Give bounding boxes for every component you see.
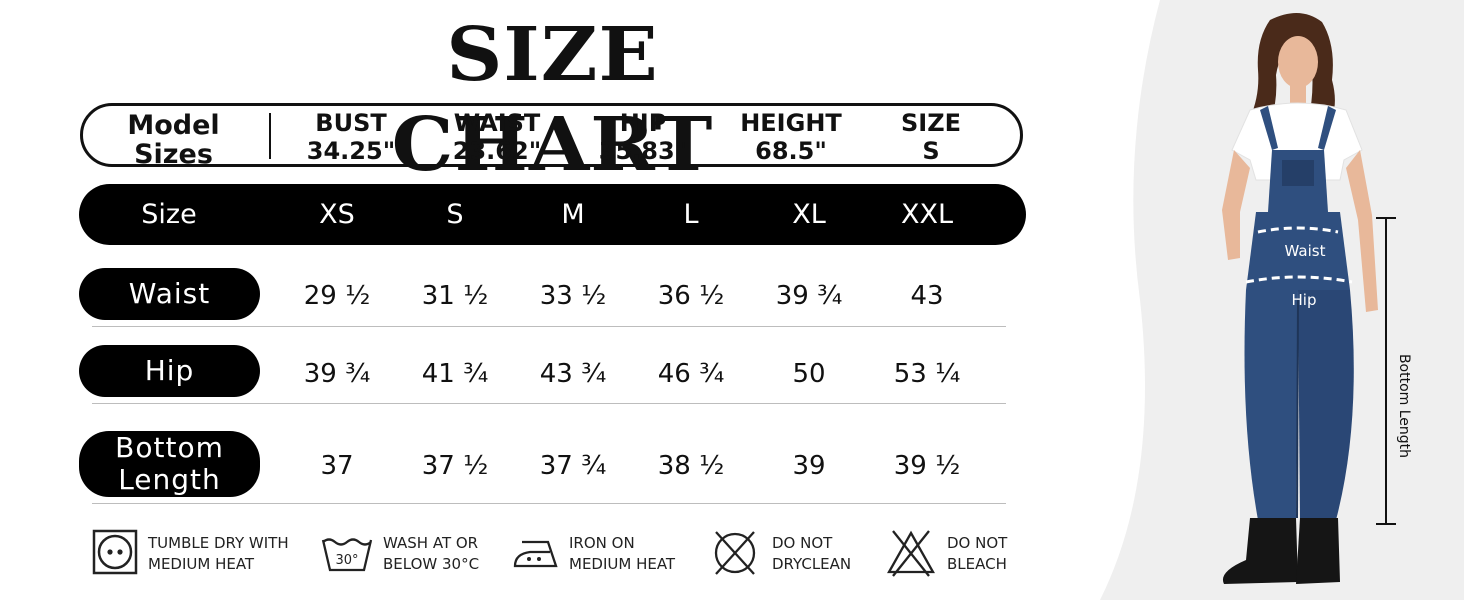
model-sizes-box: Model Sizes BUST 34.25" WAIST 23.62" HIP… [80,103,1023,170]
model-divider [269,113,271,159]
table-cell: 41 ¾ [421,359,489,389]
care-text-tumble-dry: TUMBLE DRY WITH MEDIUM HEAT [148,534,289,573]
size-xl: XL [792,199,826,230]
row-divider [92,403,1006,404]
row-divider [92,326,1006,327]
table-cell: 43 ¾ [539,359,607,389]
table-cell: 39 ¾ [775,281,843,311]
hip-measure-label: Hip [1292,291,1317,309]
care-text-bleach: DO NOT BLEACH [947,534,1008,573]
size-xs: XS [319,199,355,230]
table-cell: 39 ½ [893,451,961,481]
size-l: L [683,199,699,230]
svg-text:30°: 30° [335,553,358,568]
bottom-length-row-label: Bottom Length [79,431,260,497]
model-height: HEIGHT 68.5" [740,109,842,165]
boot-right [1296,518,1340,584]
table-cell: 37 [320,451,354,481]
do-not-bleach-icon [887,530,935,577]
size-m: M [561,199,585,230]
table-cell: 37 ¾ [539,451,607,481]
table-cell: 36 ½ [657,281,725,311]
model-waist: WAIST 23.62" [452,109,542,165]
row-divider [92,503,1006,504]
care-text-wash: WASH AT OR BELOW 30°C [383,534,480,573]
model-bust: BUST 34.25" [306,109,396,165]
do-not-dryclean-icon [714,531,756,575]
bottom-length-label: Bottom Length [1396,354,1412,458]
table-cell: 31 ½ [421,281,489,311]
table-cell: 29 ½ [303,281,371,311]
bib-pocket [1282,160,1314,186]
table-cell: 37 ½ [421,451,489,481]
table-cell: 39 [792,451,826,481]
face [1278,36,1318,88]
table-cell: 38 ½ [657,451,725,481]
table-cell: 39 ¾ [303,359,371,389]
waist-measure-label: Waist [1285,242,1326,260]
size-s: S [446,199,464,230]
tumble-dry-icon [92,529,138,575]
table-cell: 53 ¼ [893,359,961,389]
table-cell: 33 ½ [539,281,607,311]
size-xxl: XXL [900,199,954,230]
size-header-bar: Size XS S M L XL XXL [79,184,1026,245]
model-hip: HIP 35.83" [598,109,688,165]
wash-30-icon: 30° [321,538,373,572]
table-cell: 50 [792,359,826,389]
waist-row-label: Waist [79,268,260,320]
table-cell: 43 [910,281,944,311]
inseam [1296,299,1299,519]
model-sizes-label: Model Sizes [127,110,220,170]
iron-icon [513,540,558,568]
table-cell: 46 ¾ [657,359,725,389]
neck [1290,84,1306,104]
model-size: SIZE S [900,109,961,165]
hip-row-label: Hip [79,345,260,397]
size-header-label: Size [141,199,197,230]
model-figure: Waist Hip Bottom Length [1100,0,1464,600]
care-text-iron: IRON ON MEDIUM HEAT [569,534,676,573]
